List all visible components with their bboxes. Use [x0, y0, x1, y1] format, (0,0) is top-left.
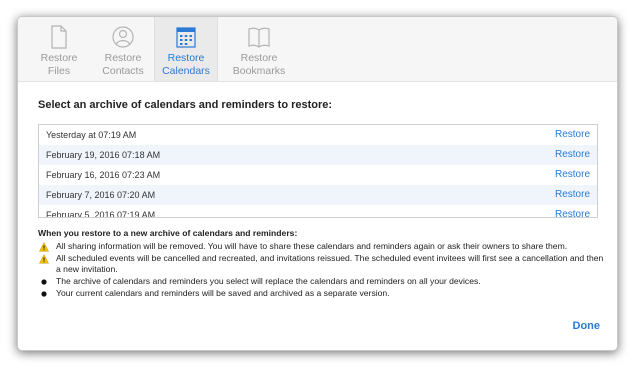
list-item: February 5, 2016 07:19 AM Restore: [39, 205, 597, 218]
tab-label-line1: Restore: [167, 52, 205, 64]
note-item: Your current calendars and reminders wil…: [38, 288, 608, 299]
note-text: All scheduled events will be cancelled a…: [56, 253, 604, 274]
restore-link[interactable]: Restore: [555, 205, 590, 217]
restore-dialog: Restore Files Restore Contacts Restore C…: [17, 16, 618, 351]
archive-date: February 7, 2016 07:20 AM: [46, 190, 156, 200]
restore-link[interactable]: Restore: [555, 125, 590, 145]
archive-date: Yesterday at 07:19 AM: [46, 130, 137, 140]
restore-toolbar: Restore Files Restore Contacts Restore C…: [18, 17, 617, 82]
tab-label-line1: Restore: [104, 52, 142, 64]
list-item: February 7, 2016 07:20 AM Restore: [39, 185, 597, 205]
note-item: All sharing information will be removed.…: [38, 241, 608, 252]
restore-link[interactable]: Restore: [555, 165, 590, 185]
list-item: February 16, 2016 07:23 AM Restore: [39, 165, 597, 185]
tab-restore-files[interactable]: Restore Files: [28, 17, 90, 81]
bullet-icon: [41, 291, 47, 297]
file-icon: [51, 25, 67, 49]
contact-icon: [112, 26, 134, 48]
list-item: February 19, 2016 07:18 AM Restore: [39, 145, 597, 165]
bullet-icon: [41, 279, 47, 285]
done-button[interactable]: Done: [573, 320, 601, 332]
tab-label-line2: Contacts: [102, 64, 144, 77]
archive-date: February 5, 2016 07:19 AM: [46, 210, 156, 218]
tab-restore-bookmarks[interactable]: Restore Bookmarks: [224, 17, 294, 81]
tab-label-line2: Bookmarks: [232, 64, 286, 77]
restore-notes: When you restore to a new archive of cal…: [38, 228, 608, 300]
book-icon: [248, 27, 270, 48]
tab-restore-contacts[interactable]: Restore Contacts: [92, 17, 154, 81]
archive-list[interactable]: Yesterday at 07:19 AM Restore February 1…: [38, 124, 598, 218]
calendar-icon: [176, 27, 196, 48]
restore-link[interactable]: Restore: [555, 145, 590, 165]
page-title: Select an archive of calendars and remin…: [38, 99, 333, 111]
note-item: The archive of calendars and reminders y…: [38, 276, 608, 287]
tab-label-line2: Calendars: [162, 64, 210, 77]
notes-title: When you restore to a new archive of cal…: [38, 228, 298, 238]
tab-label-line1: Restore: [40, 52, 78, 64]
note-text: All sharing information will be removed.…: [56, 241, 568, 251]
note-text: The archive of calendars and reminders y…: [56, 276, 481, 286]
list-item: Yesterday at 07:19 AM Restore: [39, 125, 597, 145]
note-text: Your current calendars and reminders wil…: [56, 288, 390, 298]
warning-icon: [39, 242, 49, 252]
restore-link[interactable]: Restore: [555, 185, 590, 205]
warning-icon: [39, 254, 49, 264]
note-item: All scheduled events will be cancelled a…: [38, 253, 608, 275]
archive-date: February 16, 2016 07:23 AM: [46, 170, 161, 180]
archive-date: February 19, 2016 07:18 AM: [46, 150, 161, 160]
tab-restore-calendars[interactable]: Restore Calendars: [154, 17, 218, 81]
tab-label-line2: Files: [47, 64, 71, 77]
tab-label-line1: Restore: [240, 52, 278, 64]
